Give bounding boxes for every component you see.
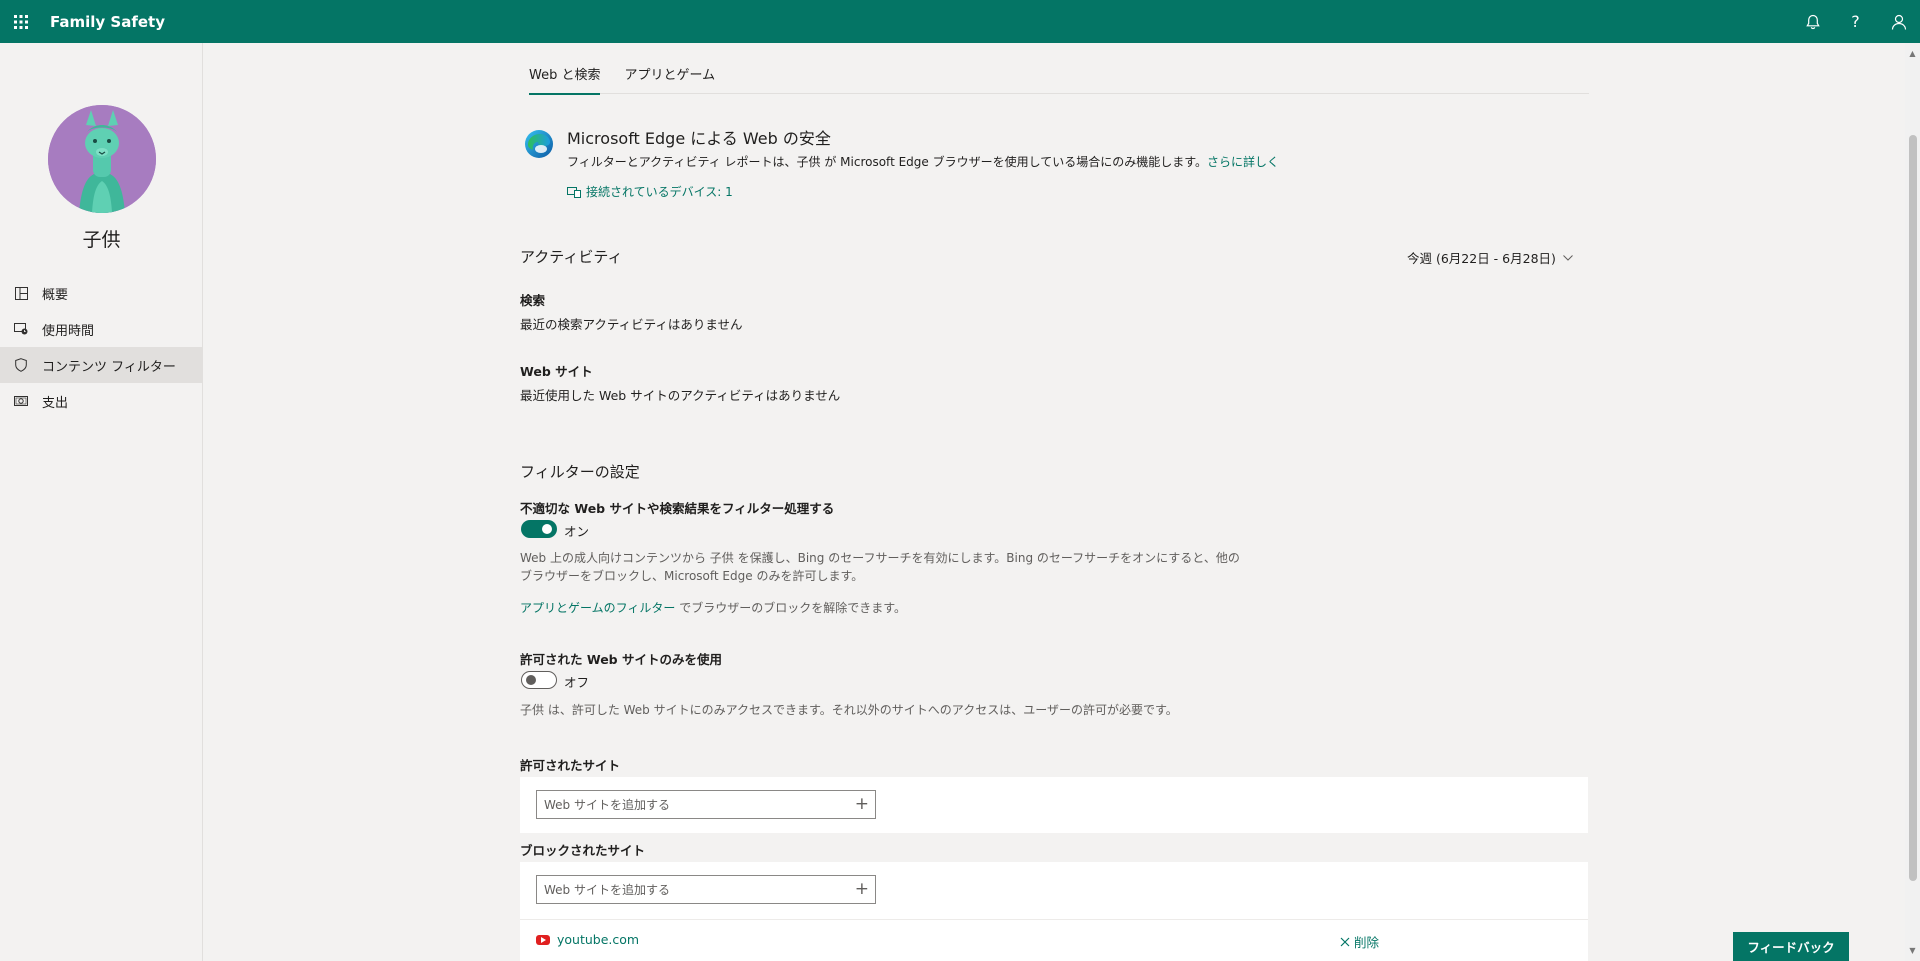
- filter-settings-heading: フィルターの設定: [520, 463, 640, 481]
- app-title[interactable]: Family Safety: [50, 13, 165, 31]
- sidebar-item-spending[interactable]: 支出: [0, 383, 203, 419]
- help-icon[interactable]: ?: [1834, 0, 1877, 43]
- chevron-down-icon: [1563, 254, 1573, 261]
- money-icon: [14, 394, 28, 408]
- apps-games-filter-link[interactable]: アプリとゲームのフィルター: [520, 601, 675, 615]
- allowed-only-toggle[interactable]: [521, 671, 557, 689]
- tab-web-and-search[interactable]: Web と検索: [529, 53, 601, 95]
- search-activity-label: 検索: [520, 293, 546, 308]
- allowed-sites-panel: +: [520, 777, 1588, 833]
- person-icon[interactable]: [1877, 0, 1920, 43]
- blocked-site-input[interactable]: [537, 876, 837, 903]
- top-bar: Family Safety ?: [0, 0, 1920, 43]
- period-dropdown[interactable]: 今週 (6月22日 - 6月28日): [1407, 248, 1573, 267]
- close-icon: [1340, 937, 1350, 946]
- inappropriate-filter-toggle[interactable]: [521, 520, 557, 538]
- learn-more-link[interactable]: さらに詳しく: [1207, 155, 1279, 169]
- blocked-sites-panel: + youtube.com 削除: [520, 862, 1588, 961]
- shield-icon: [14, 358, 28, 372]
- llama-avatar-icon: [48, 105, 156, 213]
- allowed-only-label: 許可された Web サイトのみを使用: [520, 652, 722, 667]
- row-divider: [520, 919, 1588, 920]
- scroll-thumb[interactable]: [1909, 135, 1917, 881]
- allowed-site-input-box: +: [536, 790, 876, 819]
- page-scrollbar[interactable]: ▲ ▼: [1905, 43, 1920, 961]
- blocked-site-input-box: +: [536, 875, 876, 904]
- add-blocked-site-plus-icon[interactable]: +: [855, 879, 869, 899]
- inappropriate-filter-label: 不適切な Web サイトや検索結果をフィルター処理する: [520, 501, 835, 516]
- sidebar-item-label: コンテンツ フィルター: [42, 359, 176, 375]
- blocked-site-row: youtube.com: [536, 932, 639, 947]
- feedback-button[interactable]: フィードバック: [1733, 932, 1849, 961]
- apps-filter-note: アプリとゲームのフィルター でブラウザーのブロックを解除できます。: [520, 599, 906, 616]
- sidebar-item-content-filters[interactable]: コンテンツ フィルター: [0, 347, 203, 383]
- add-allowed-site-plus-icon[interactable]: +: [855, 794, 869, 814]
- edge-logo-icon: [525, 130, 553, 158]
- sidebar-item-label: 支出: [42, 395, 69, 411]
- sidebar-item-overview[interactable]: 概要: [0, 275, 203, 311]
- devices-icon: [567, 186, 581, 198]
- edge-safety-description: フィルターとアクティビティ レポートは、子供 が Microsoft Edge …: [567, 153, 1279, 170]
- sidebar-item-screen-time[interactable]: 使用時間: [0, 311, 203, 347]
- avatar[interactable]: [48, 105, 156, 213]
- period-text: 今週 (6月22日 - 6月28日): [1407, 251, 1556, 266]
- connected-devices-link[interactable]: 接続されているデバイス: 1: [567, 183, 733, 200]
- edge-description-text: フィルターとアクティビティ レポートは、子供 が Microsoft Edge …: [567, 155, 1208, 169]
- help-glyph: ?: [1851, 12, 1860, 31]
- connected-devices-text: 接続されているデバイス: 1: [586, 185, 733, 199]
- blocked-sites-heading: ブロックされたサイト: [520, 843, 646, 858]
- youtube-icon: [536, 934, 550, 945]
- tab-apps-and-games[interactable]: アプリとゲーム: [624, 53, 715, 94]
- blocked-site-link[interactable]: youtube.com: [557, 932, 639, 947]
- allowed-site-input[interactable]: [537, 791, 837, 818]
- allowed-sites-heading: 許可されたサイト: [520, 758, 621, 773]
- sidebar: 子供 概要 使用時間 コンテンツ フィルター 支出: [0, 43, 203, 961]
- inappropriate-filter-desc-2: ブラウザーをブロックし、Microsoft Edge のみを許可します。: [520, 569, 864, 583]
- inappropriate-filter-desc-1: Web 上の成人向けコンテンツから 子供 を保護し、Bing のセーフサーチを有…: [520, 551, 1240, 565]
- overview-icon: [14, 286, 28, 300]
- inappropriate-filter-state: オン: [564, 524, 590, 539]
- search-activity-empty: 最近の検索アクティビティはありません: [520, 317, 743, 332]
- tab-bar: Web と検索 アプリとゲーム: [529, 53, 1589, 95]
- sidebar-item-label: 概要: [42, 287, 69, 303]
- apps-filter-note-text: でブラウザーのブロックを解除できます。: [675, 601, 907, 615]
- sidebar-item-label: 使用時間: [42, 323, 95, 339]
- waffle-icon[interactable]: [0, 0, 42, 43]
- allowed-only-desc: 子供 は、許可した Web サイトにのみアクセスできます。それ以外のサイトへのア…: [520, 703, 1178, 717]
- toggle-knob: [526, 675, 536, 685]
- scroll-down-icon[interactable]: ▼: [1907, 945, 1918, 956]
- allowed-only-state: オフ: [564, 675, 590, 690]
- child-name: 子供: [82, 229, 121, 251]
- scroll-up-icon[interactable]: ▲: [1907, 48, 1918, 59]
- sidebar-nav: 概要 使用時間 コンテンツ フィルター 支出: [0, 275, 203, 419]
- remove-label: 削除: [1354, 935, 1380, 950]
- screen-time-icon: [14, 322, 28, 336]
- web-activity-empty: 最近使用した Web サイトのアクティビティはありません: [520, 388, 841, 403]
- bell-icon[interactable]: [1791, 0, 1834, 43]
- main-content: Web と検索 アプリとゲーム Microsoft Edge による Web の…: [203, 43, 1905, 961]
- edge-safety-title: Microsoft Edge による Web の安全: [567, 129, 831, 148]
- toggle-knob: [542, 524, 552, 534]
- remove-blocked-site-button[interactable]: 削除: [1340, 932, 1379, 951]
- activity-heading: アクティビティ: [520, 248, 623, 266]
- web-activity-label: Web サイト: [520, 364, 593, 379]
